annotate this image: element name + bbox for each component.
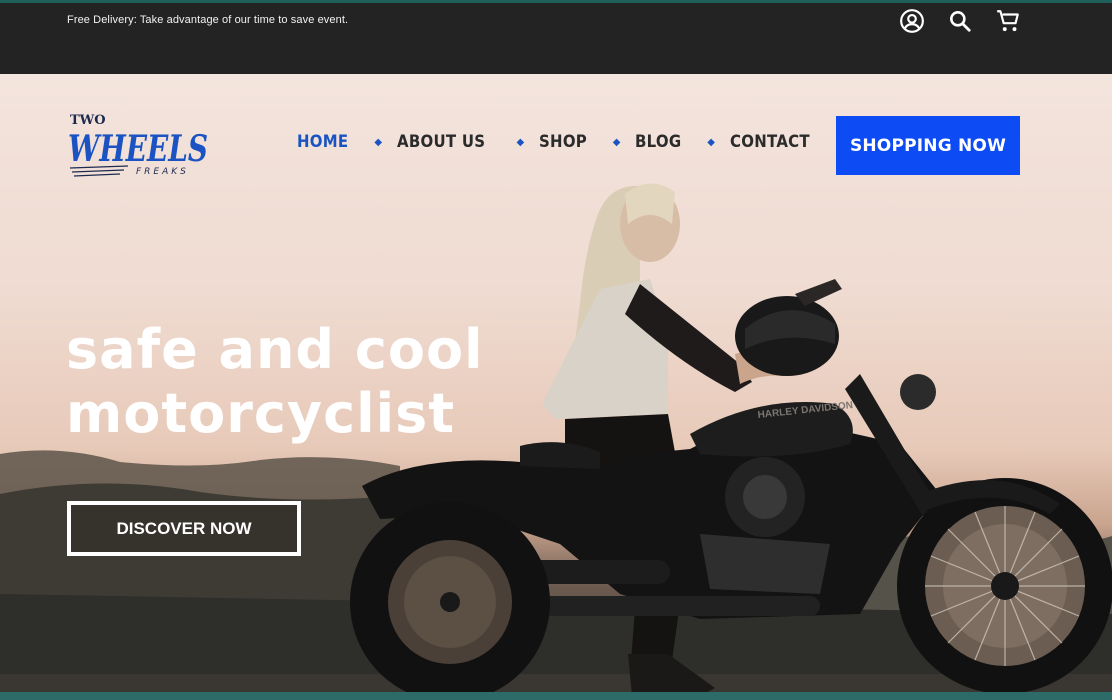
logo-main-text: WHEELS — [68, 128, 208, 170]
topbar-icons — [898, 7, 1022, 35]
nav-home[interactable]: HOME — [297, 132, 348, 152]
promo-text: Free Delivery: Take advantage of our tim… — [67, 14, 349, 26]
discover-now-button[interactable]: DISCOVER NOW — [67, 501, 301, 556]
cart-icon[interactable] — [994, 7, 1022, 35]
nav-about-us[interactable]: ABOUT US — [397, 132, 485, 152]
hero-section: HARLEY DAVIDSON TWO WHEELS FREAKS HOME ◆… — [0, 74, 1112, 700]
top-bar: Free Delivery: Take advantage of our tim… — [0, 0, 1112, 74]
main-nav: HOME ◆ ABOUT US ◆ SHOP ◆ BLOG ◆ CONTACT — [297, 132, 821, 152]
logo-small-text: TWO — [70, 113, 106, 128]
nav-shop[interactable]: SHOP — [539, 132, 587, 152]
site-logo[interactable]: TWO WHEELS FREAKS — [68, 106, 210, 182]
nav-blog[interactable]: BLOG — [635, 132, 681, 152]
nav-separator-icon: ◆ — [707, 136, 715, 148]
bottom-strip — [0, 692, 1112, 700]
nav-contact[interactable]: CONTACT — [730, 132, 810, 152]
nav-separator-icon: ◆ — [612, 136, 621, 148]
nav-separator-icon: ◆ — [374, 136, 383, 148]
hero-headline-line1: safe and cool — [66, 318, 484, 381]
hero-headline: safe and cool motorcyclist — [66, 318, 484, 446]
logo-sub-text: FREAKS — [136, 167, 189, 177]
search-icon[interactable] — [946, 7, 974, 35]
account-icon[interactable] — [898, 7, 926, 35]
hero-headline-line2: motorcyclist — [66, 382, 456, 445]
shopping-now-button[interactable]: SHOPPING NOW — [836, 116, 1020, 175]
nav-separator-icon: ◆ — [516, 136, 525, 148]
